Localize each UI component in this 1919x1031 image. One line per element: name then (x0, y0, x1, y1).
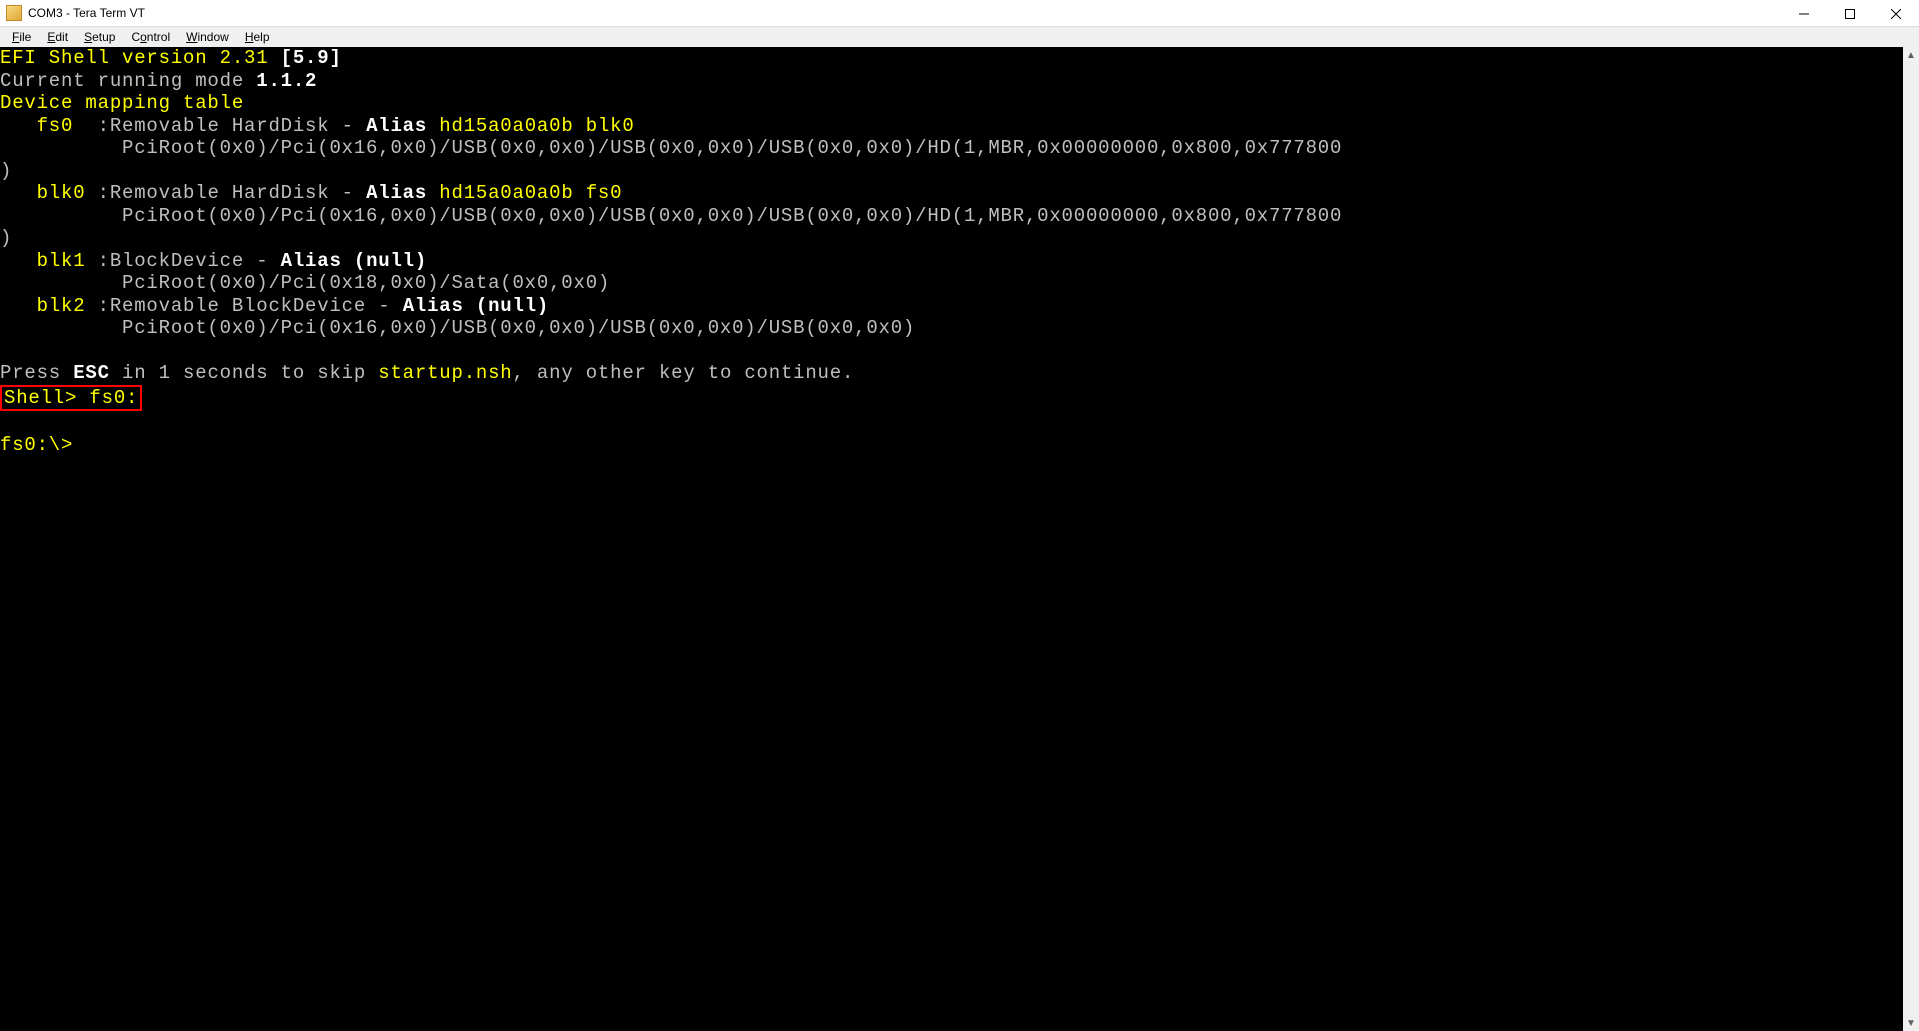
title-bar: COM3 - Tera Term VT (0, 0, 1919, 27)
shell-command-highlight: Shell> fs0: (0, 385, 142, 412)
running-mode-label: Current running mode (0, 70, 256, 92)
terminal[interactable]: EFI Shell version 2.31 [5.9] Current run… (0, 47, 1903, 1031)
dev-blk2-type: Removable BlockDevice - (110, 295, 403, 317)
shell-input: fs0: (89, 387, 138, 409)
esc-key-label: ESC (73, 362, 110, 384)
efi-header-prefix: EFI Shell version 2.31 (0, 47, 281, 69)
running-mode-value: 1.1.2 (256, 70, 317, 92)
close-button[interactable] (1873, 0, 1919, 27)
dev-blk0-alias: hd15a0a0a0b fs0 (439, 182, 622, 204)
window-controls (1781, 0, 1919, 26)
dev-blk0-type: Removable HardDisk - (110, 182, 366, 204)
scrollbar-track[interactable] (1903, 63, 1919, 1015)
dev-blk1-path: PciRoot(0x0)/Pci(0x18,0x0)/Sata(0x0,0x0) (0, 272, 610, 294)
scroll-up-icon[interactable]: ▲ (1903, 47, 1919, 63)
menu-edit[interactable]: Edit (39, 28, 76, 46)
dev-blk2-alias: (null) (476, 295, 549, 317)
minimize-button[interactable] (1781, 0, 1827, 27)
app-icon (6, 5, 22, 21)
dev-blk2-name: blk2 (37, 295, 86, 317)
startup-script: startup.nsh (378, 362, 512, 384)
menu-file[interactable]: File (4, 28, 39, 46)
dev-blk0-path: PciRoot(0x0)/Pci(0x16,0x0)/USB(0x0,0x0)/… (0, 205, 1342, 227)
menu-help[interactable]: Help (237, 28, 278, 46)
shell-prompt: Shell> (4, 387, 89, 409)
dev-fs0-type: Removable HardDisk - (110, 115, 366, 137)
dev-fs0-path: PciRoot(0x0)/Pci(0x16,0x0)/USB(0x0,0x0)/… (0, 137, 1342, 159)
window-title: COM3 - Tera Term VT (28, 6, 145, 20)
terminal-container: EFI Shell version 2.31 [5.9] Current run… (0, 47, 1919, 1031)
fs0-prompt: fs0:\> (0, 434, 73, 456)
dev-fs0-alias: hd15a0a0a0b blk0 (439, 115, 634, 137)
menu-window[interactable]: Window (178, 28, 237, 46)
dev-blk1-type: BlockDevice - (110, 250, 281, 272)
dev-blk2-path: PciRoot(0x0)/Pci(0x16,0x0)/USB(0x0,0x0)/… (0, 317, 915, 339)
dev-blk1-alias: (null) (354, 250, 427, 272)
menu-bar: File Edit Setup Control Window Help (0, 27, 1919, 47)
dev-blk1-name: blk1 (37, 250, 86, 272)
efi-header-bracket: [5.9] (281, 47, 342, 69)
scrollbar[interactable]: ▲ ▼ (1903, 47, 1919, 1031)
dev-fs0-name: fs0 (37, 115, 74, 137)
device-mapping-header: Device mapping table (0, 92, 244, 114)
menu-setup[interactable]: Setup (76, 28, 123, 46)
scroll-down-icon[interactable]: ▼ (1903, 1015, 1919, 1031)
maximize-button[interactable] (1827, 0, 1873, 27)
menu-control[interactable]: Control (123, 28, 178, 46)
dev-blk0-name: blk0 (37, 182, 86, 204)
